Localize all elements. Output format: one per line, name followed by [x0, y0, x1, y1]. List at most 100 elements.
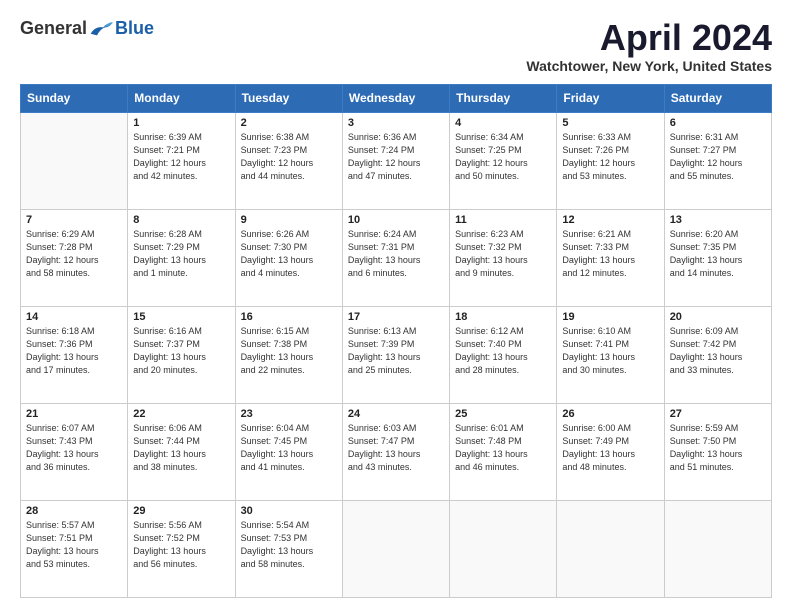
day-number: 4 — [455, 117, 551, 129]
calendar-cell: 13Sunrise: 6:20 AM Sunset: 7:35 PM Dayli… — [664, 209, 771, 306]
day-info: Sunrise: 6:09 AM Sunset: 7:42 PM Dayligh… — [670, 325, 766, 377]
calendar-week-5: 28 Sunrise: 5:57 AM Sunset: 7:51 PM Dayli… — [21, 500, 772, 597]
day-info: Sunrise: 6:12 AM Sunset: 7:40 PM Dayligh… — [455, 325, 551, 377]
day-number: 17 — [348, 311, 444, 323]
calendar-cell — [557, 500, 664, 597]
calendar-cell: 20 Sunrise: 6:09 AM Sunset: 7:42 PM Dayli… — [664, 306, 771, 403]
day-number: 25 — [455, 408, 551, 420]
day-info: Sunrise: 6:16 AM Sunset: 7:37 PM Dayligh… — [133, 325, 229, 377]
header: General Blue April 2024 Watchtower, New … — [20, 18, 772, 74]
day-number: 18 — [455, 311, 551, 323]
day-info: Sunrise: 6:36 AM Sunset: 7:24 PM Dayligh… — [348, 131, 444, 183]
calendar-cell: 29Sunrise: 5:56 AM Sunset: 7:52 PM Dayli… — [128, 500, 235, 597]
calendar-cell: 15 Sunrise: 6:16 AM Sunset: 7:37 PM Dayli… — [128, 306, 235, 403]
col-tuesday: Tuesday — [235, 84, 342, 112]
calendar-cell: 8 Sunrise: 6:28 AM Sunset: 7:29 PM Daylig… — [128, 209, 235, 306]
calendar-cell: 16 Sunrise: 6:15 AM Sunset: 7:38 PM Dayli… — [235, 306, 342, 403]
day-info: Sunrise: 6:04 AM Sunset: 7:45 PM Dayligh… — [241, 422, 337, 474]
day-number: 14 — [26, 311, 122, 323]
day-number: 3 — [348, 117, 444, 129]
calendar-week-3: 14 Sunrise: 6:18 AM Sunset: 7:36 PM Dayli… — [21, 306, 772, 403]
day-info: Sunrise: 6:24 AM Sunset: 7:31 PM Dayligh… — [348, 228, 444, 280]
day-info: Sunrise: 6:29 AM Sunset: 7:28 PM Dayligh… — [26, 228, 122, 280]
logo: General Blue — [20, 18, 154, 39]
calendar-cell: 6 Sunrise: 6:31 AM Sunset: 7:27 PM Daylig… — [664, 112, 771, 209]
calendar-week-2: 7 Sunrise: 6:29 AM Sunset: 7:28 PM Daylig… — [21, 209, 772, 306]
day-number: 30 — [241, 505, 337, 517]
calendar-cell — [342, 500, 449, 597]
day-info: Sunrise: 6:20 AM Sunset: 7:35 PM Dayligh… — [670, 228, 766, 280]
calendar-cell: 22Sunrise: 6:06 AM Sunset: 7:44 PM Dayli… — [128, 403, 235, 500]
calendar-cell: 7 Sunrise: 6:29 AM Sunset: 7:28 PM Daylig… — [21, 209, 128, 306]
day-number: 28 — [26, 505, 122, 517]
col-thursday: Thursday — [450, 84, 557, 112]
day-number: 11 — [455, 214, 551, 226]
calendar-cell: 12 Sunrise: 6:21 AM Sunset: 7:33 PM Dayli… — [557, 209, 664, 306]
calendar-cell: 26 Sunrise: 6:00 AM Sunset: 7:49 PM Dayli… — [557, 403, 664, 500]
day-number: 26 — [562, 408, 658, 420]
col-monday: Monday — [128, 84, 235, 112]
day-number: 5 — [562, 117, 658, 129]
month-title: April 2024 — [526, 18, 772, 58]
day-info: Sunrise: 6:03 AM Sunset: 7:47 PM Dayligh… — [348, 422, 444, 474]
day-number: 8 — [133, 214, 229, 226]
day-info: Sunrise: 6:21 AM Sunset: 7:33 PM Dayligh… — [562, 228, 658, 280]
day-info: Sunrise: 6:33 AM Sunset: 7:26 PM Dayligh… — [562, 131, 658, 183]
day-number: 19 — [562, 311, 658, 323]
day-info: Sunrise: 6:18 AM Sunset: 7:36 PM Dayligh… — [26, 325, 122, 377]
day-info: Sunrise: 6:13 AM Sunset: 7:39 PM Dayligh… — [348, 325, 444, 377]
day-number: 16 — [241, 311, 337, 323]
day-number: 1 — [133, 117, 229, 129]
calendar-cell: 18 Sunrise: 6:12 AM Sunset: 7:40 PM Dayli… — [450, 306, 557, 403]
calendar-cell: 30Sunrise: 5:54 AM Sunset: 7:53 PM Dayli… — [235, 500, 342, 597]
calendar-cell: 23 Sunrise: 6:04 AM Sunset: 7:45 PM Dayli… — [235, 403, 342, 500]
day-number: 23 — [241, 408, 337, 420]
day-info: Sunrise: 6:23 AM Sunset: 7:32 PM Dayligh… — [455, 228, 551, 280]
day-number: 21 — [26, 408, 122, 420]
calendar-cell — [664, 500, 771, 597]
col-sunday: Sunday — [21, 84, 128, 112]
day-info: Sunrise: 6:34 AM Sunset: 7:25 PM Dayligh… — [455, 131, 551, 183]
day-info: Sunrise: 5:59 AM Sunset: 7:50 PM Dayligh… — [670, 422, 766, 474]
day-info: Sunrise: 6:00 AM Sunset: 7:49 PM Dayligh… — [562, 422, 658, 474]
day-number: 27 — [670, 408, 766, 420]
day-info: Sunrise: 6:31 AM Sunset: 7:27 PM Dayligh… — [670, 131, 766, 183]
day-info: Sunrise: 6:39 AM Sunset: 7:21 PM Dayligh… — [133, 131, 229, 183]
calendar-cell: 17 Sunrise: 6:13 AM Sunset: 7:39 PM Dayli… — [342, 306, 449, 403]
calendar-cell: 9Sunrise: 6:26 AM Sunset: 7:30 PM Daylig… — [235, 209, 342, 306]
calendar-cell: 1 Sunrise: 6:39 AM Sunset: 7:21 PM Daylig… — [128, 112, 235, 209]
calendar-cell: 2Sunrise: 6:38 AM Sunset: 7:23 PM Daylig… — [235, 112, 342, 209]
day-number: 20 — [670, 311, 766, 323]
calendar-cell: 11 Sunrise: 6:23 AM Sunset: 7:32 PM Dayli… — [450, 209, 557, 306]
day-info: Sunrise: 5:57 AM Sunset: 7:51 PM Dayligh… — [26, 519, 122, 571]
calendar-week-4: 21Sunrise: 6:07 AM Sunset: 7:43 PM Dayli… — [21, 403, 772, 500]
location: Watchtower, New York, United States — [526, 58, 772, 74]
logo-general-text: General — [20, 18, 87, 39]
header-right: April 2024 Watchtower, New York, United … — [526, 18, 772, 74]
calendar-cell: 3 Sunrise: 6:36 AM Sunset: 7:24 PM Daylig… — [342, 112, 449, 209]
day-info: Sunrise: 6:28 AM Sunset: 7:29 PM Dayligh… — [133, 228, 229, 280]
day-number: 9 — [241, 214, 337, 226]
calendar-cell: 4 Sunrise: 6:34 AM Sunset: 7:25 PM Daylig… — [450, 112, 557, 209]
day-number: 10 — [348, 214, 444, 226]
day-info: Sunrise: 6:38 AM Sunset: 7:23 PM Dayligh… — [241, 131, 337, 183]
header-row: Sunday Monday Tuesday Wednesday Thursday… — [21, 84, 772, 112]
calendar-cell: 25Sunrise: 6:01 AM Sunset: 7:48 PM Dayli… — [450, 403, 557, 500]
calendar-cell: 27 Sunrise: 5:59 AM Sunset: 7:50 PM Dayli… — [664, 403, 771, 500]
col-wednesday: Wednesday — [342, 84, 449, 112]
day-number: 12 — [562, 214, 658, 226]
day-info: Sunrise: 5:56 AM Sunset: 7:52 PM Dayligh… — [133, 519, 229, 571]
day-number: 7 — [26, 214, 122, 226]
day-number: 15 — [133, 311, 229, 323]
day-number: 24 — [348, 408, 444, 420]
calendar-cell: 28 Sunrise: 5:57 AM Sunset: 7:51 PM Dayli… — [21, 500, 128, 597]
day-number: 6 — [670, 117, 766, 129]
calendar-cell — [21, 112, 128, 209]
day-info: Sunrise: 6:10 AM Sunset: 7:41 PM Dayligh… — [562, 325, 658, 377]
calendar-cell — [450, 500, 557, 597]
calendar-week-1: 1 Sunrise: 6:39 AM Sunset: 7:21 PM Daylig… — [21, 112, 772, 209]
day-info: Sunrise: 6:15 AM Sunset: 7:38 PM Dayligh… — [241, 325, 337, 377]
col-friday: Friday — [557, 84, 664, 112]
day-number: 22 — [133, 408, 229, 420]
calendar-cell: 24 Sunrise: 6:03 AM Sunset: 7:47 PM Dayli… — [342, 403, 449, 500]
